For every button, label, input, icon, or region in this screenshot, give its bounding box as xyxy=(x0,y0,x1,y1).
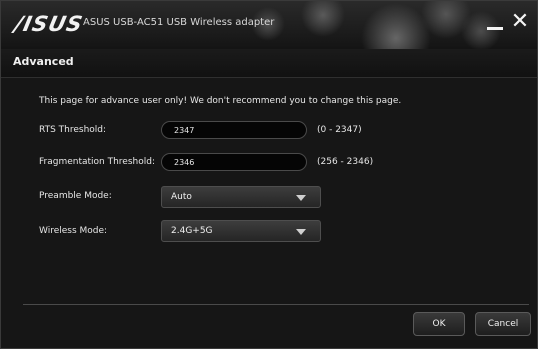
cancel-button[interactable]: Cancel xyxy=(475,312,531,336)
minimize-icon[interactable] xyxy=(484,11,506,33)
preamble-mode-label: Preamble Mode: xyxy=(39,191,112,201)
preamble-mode-select[interactable]: Auto xyxy=(161,186,321,208)
fragmentation-threshold-label: Fragmentation Threshold: xyxy=(39,157,155,167)
rts-threshold-input[interactable] xyxy=(161,121,307,139)
close-icon[interactable]: ✕ xyxy=(509,11,531,33)
section-header: Advanced xyxy=(1,49,537,78)
title-bar[interactable]: /ISUS ASUS USB-AC51 USB Wireless adapter… xyxy=(1,1,537,49)
fragmentation-threshold-input[interactable] xyxy=(161,153,307,171)
footer-divider xyxy=(23,304,529,305)
fragmentation-threshold-range: (256 - 2346) xyxy=(317,157,374,167)
app-window: /ISUS ASUS USB-AC51 USB Wireless adapter… xyxy=(0,0,538,349)
chevron-down-icon xyxy=(296,229,306,235)
wireless-mode-select[interactable]: 2.4G+5G xyxy=(161,220,321,242)
bokeh-decoration xyxy=(301,1,345,37)
wireless-mode-label: Wireless Mode: xyxy=(39,226,108,236)
preamble-mode-value: Auto xyxy=(171,192,192,202)
advanced-settings-panel: This page for advance user only! We don'… xyxy=(1,78,537,303)
page-title: Advanced xyxy=(13,55,74,68)
chevron-down-icon xyxy=(296,195,306,201)
wireless-mode-value: 2.4G+5G xyxy=(171,226,213,236)
window-title: ASUS USB-AC51 USB Wireless adapter xyxy=(83,17,275,28)
warning-notice: This page for advance user only! We don'… xyxy=(39,96,402,106)
rts-threshold-label: RTS Threshold: xyxy=(39,125,107,135)
asus-logo: /ISUS xyxy=(12,12,86,36)
ok-button[interactable]: OK xyxy=(413,312,465,336)
rts-threshold-range: (0 - 2347) xyxy=(317,125,362,135)
